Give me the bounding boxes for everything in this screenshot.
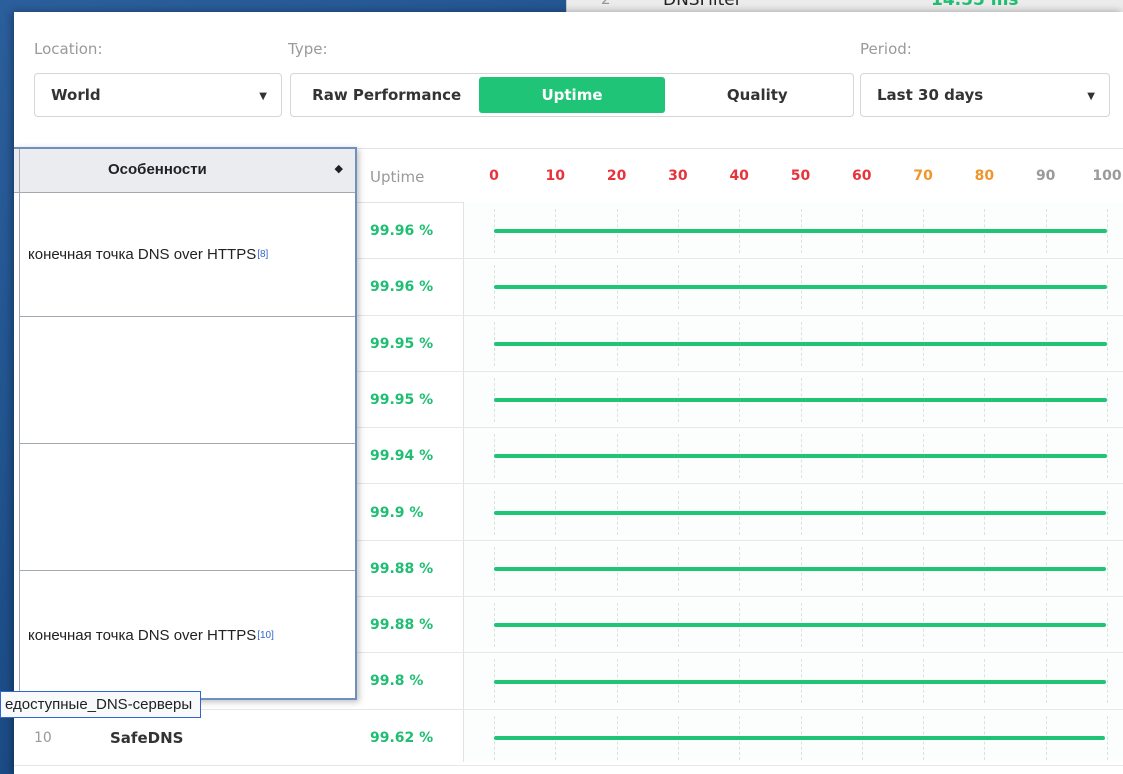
axis-tick-label: 20 <box>606 168 627 184</box>
row-uptime-value: 99.96 % <box>370 279 434 296</box>
row-uptime-value: 99.88 % <box>370 617 434 634</box>
period-label: Period: <box>860 40 912 58</box>
type-option-quality[interactable]: Quality <box>665 77 850 113</box>
grid-line <box>1107 434 1108 479</box>
uptime-bar <box>494 623 1107 628</box>
background-resolver-name: DNSFilter <box>663 0 742 10</box>
type-segmented-control: Raw Performance Uptime Quality <box>290 73 854 117</box>
features-column-header[interactable]: Особенности ◆ <box>14 149 355 193</box>
axis-tick-label: 100 <box>1092 168 1122 184</box>
chevron-down-icon: ▼ <box>1087 91 1095 102</box>
uptime-bar <box>494 454 1107 459</box>
wikipedia-table-overlay: Особенности ◆ конечная точка DNS over HT… <box>14 147 357 700</box>
uptime-bar <box>494 341 1107 346</box>
sort-arrows-icon[interactable]: ◆ <box>335 162 343 175</box>
uptime-bar <box>494 229 1107 234</box>
type-option-uptime[interactable]: Uptime <box>479 77 665 113</box>
uptime-column-header[interactable]: Uptime <box>370 168 424 186</box>
uptime-bar <box>494 398 1107 403</box>
grid-line <box>1107 209 1108 253</box>
grid-line <box>1107 321 1108 366</box>
link-tooltip: едоступные_DNS-серверы <box>0 691 202 718</box>
uptime-bar <box>494 679 1106 684</box>
wiki-cell-text: конечная точка DNS over HTTPS <box>28 246 257 263</box>
uptime-bar <box>494 566 1107 571</box>
wiki-cell-text: конечная точка DNS over HTTPS <box>28 627 257 644</box>
tooltip-text: едоступные_DNS-серверы <box>5 696 193 713</box>
uptime-bar <box>494 510 1107 515</box>
wiki-cell-2 <box>20 317 355 444</box>
axis-tick-label: 40 <box>729 168 749 184</box>
background-rank: 2 <box>601 0 611 8</box>
row-uptime-value: 99.96 % <box>370 223 434 239</box>
axis-tick-label: 80 <box>974 168 995 184</box>
grid-line <box>1107 546 1108 591</box>
axis-tick-label: 10 <box>545 168 566 184</box>
location-select[interactable]: World ▼ <box>34 73 282 117</box>
axis-tick-label: 0 <box>489 168 499 184</box>
grid-line <box>1107 659 1108 704</box>
axis-tick-label: 90 <box>1035 168 1056 184</box>
axis-tick-label: 60 <box>852 168 872 184</box>
row-uptime-value: 99.88 % <box>370 560 434 577</box>
grid-line <box>1107 265 1108 310</box>
uptime-bar <box>494 735 1105 740</box>
row-uptime-value: 99.8 % <box>370 673 424 690</box>
features-header-label: Особенности <box>108 161 207 178</box>
dns-uptime-window: Location: Type: Period: World ▼ Raw Perf… <box>14 12 1123 774</box>
background-resolver-value: 14.55 ms <box>931 0 1019 10</box>
table-row[interactable]: 10 SafeDNS 99.62 % <box>14 710 1123 766</box>
axis-tick-label: 70 <box>913 168 933 184</box>
row-uptime-value: 99.95 % <box>370 335 434 352</box>
grid-line <box>1107 603 1108 648</box>
wiki-cell-1: конечная точка DNS over HTTPS [8] <box>20 193 355 317</box>
row-resolver-name[interactable]: SafeDNS <box>110 710 183 766</box>
row-rank: 10 <box>34 729 52 746</box>
citation-link[interactable]: [10] <box>257 630 274 641</box>
axis-tick-label: 30 <box>668 168 688 184</box>
row-uptime-value: 99.9 % <box>370 504 424 521</box>
grid-line <box>1107 715 1108 760</box>
type-option-raw-performance[interactable]: Raw Performance <box>294 77 479 113</box>
location-value: World <box>51 86 101 104</box>
uptime-bar <box>494 285 1107 290</box>
grid-line <box>1107 377 1108 422</box>
type-label: Type: <box>288 40 328 58</box>
background-window: 2 DNSFilter 14.55 ms <box>566 0 1123 12</box>
citation-link[interactable]: [8] <box>257 249 268 260</box>
row-uptime-value: 99.62 % <box>370 729 434 746</box>
row-uptime-value: 99.95 % <box>370 391 434 408</box>
period-select[interactable]: Last 30 days ▼ <box>860 73 1110 117</box>
axis-tick-label: 50 <box>790 168 811 184</box>
location-label: Location: <box>34 40 103 58</box>
wiki-cell-4: конечная точка DNS over HTTPS [10] <box>20 571 355 700</box>
row-uptime-value: 99.94 % <box>370 448 434 465</box>
period-value: Last 30 days <box>877 86 984 104</box>
chevron-down-icon: ▼ <box>259 91 267 102</box>
grid-line <box>1107 490 1108 535</box>
wiki-cell-3 <box>20 444 355 571</box>
